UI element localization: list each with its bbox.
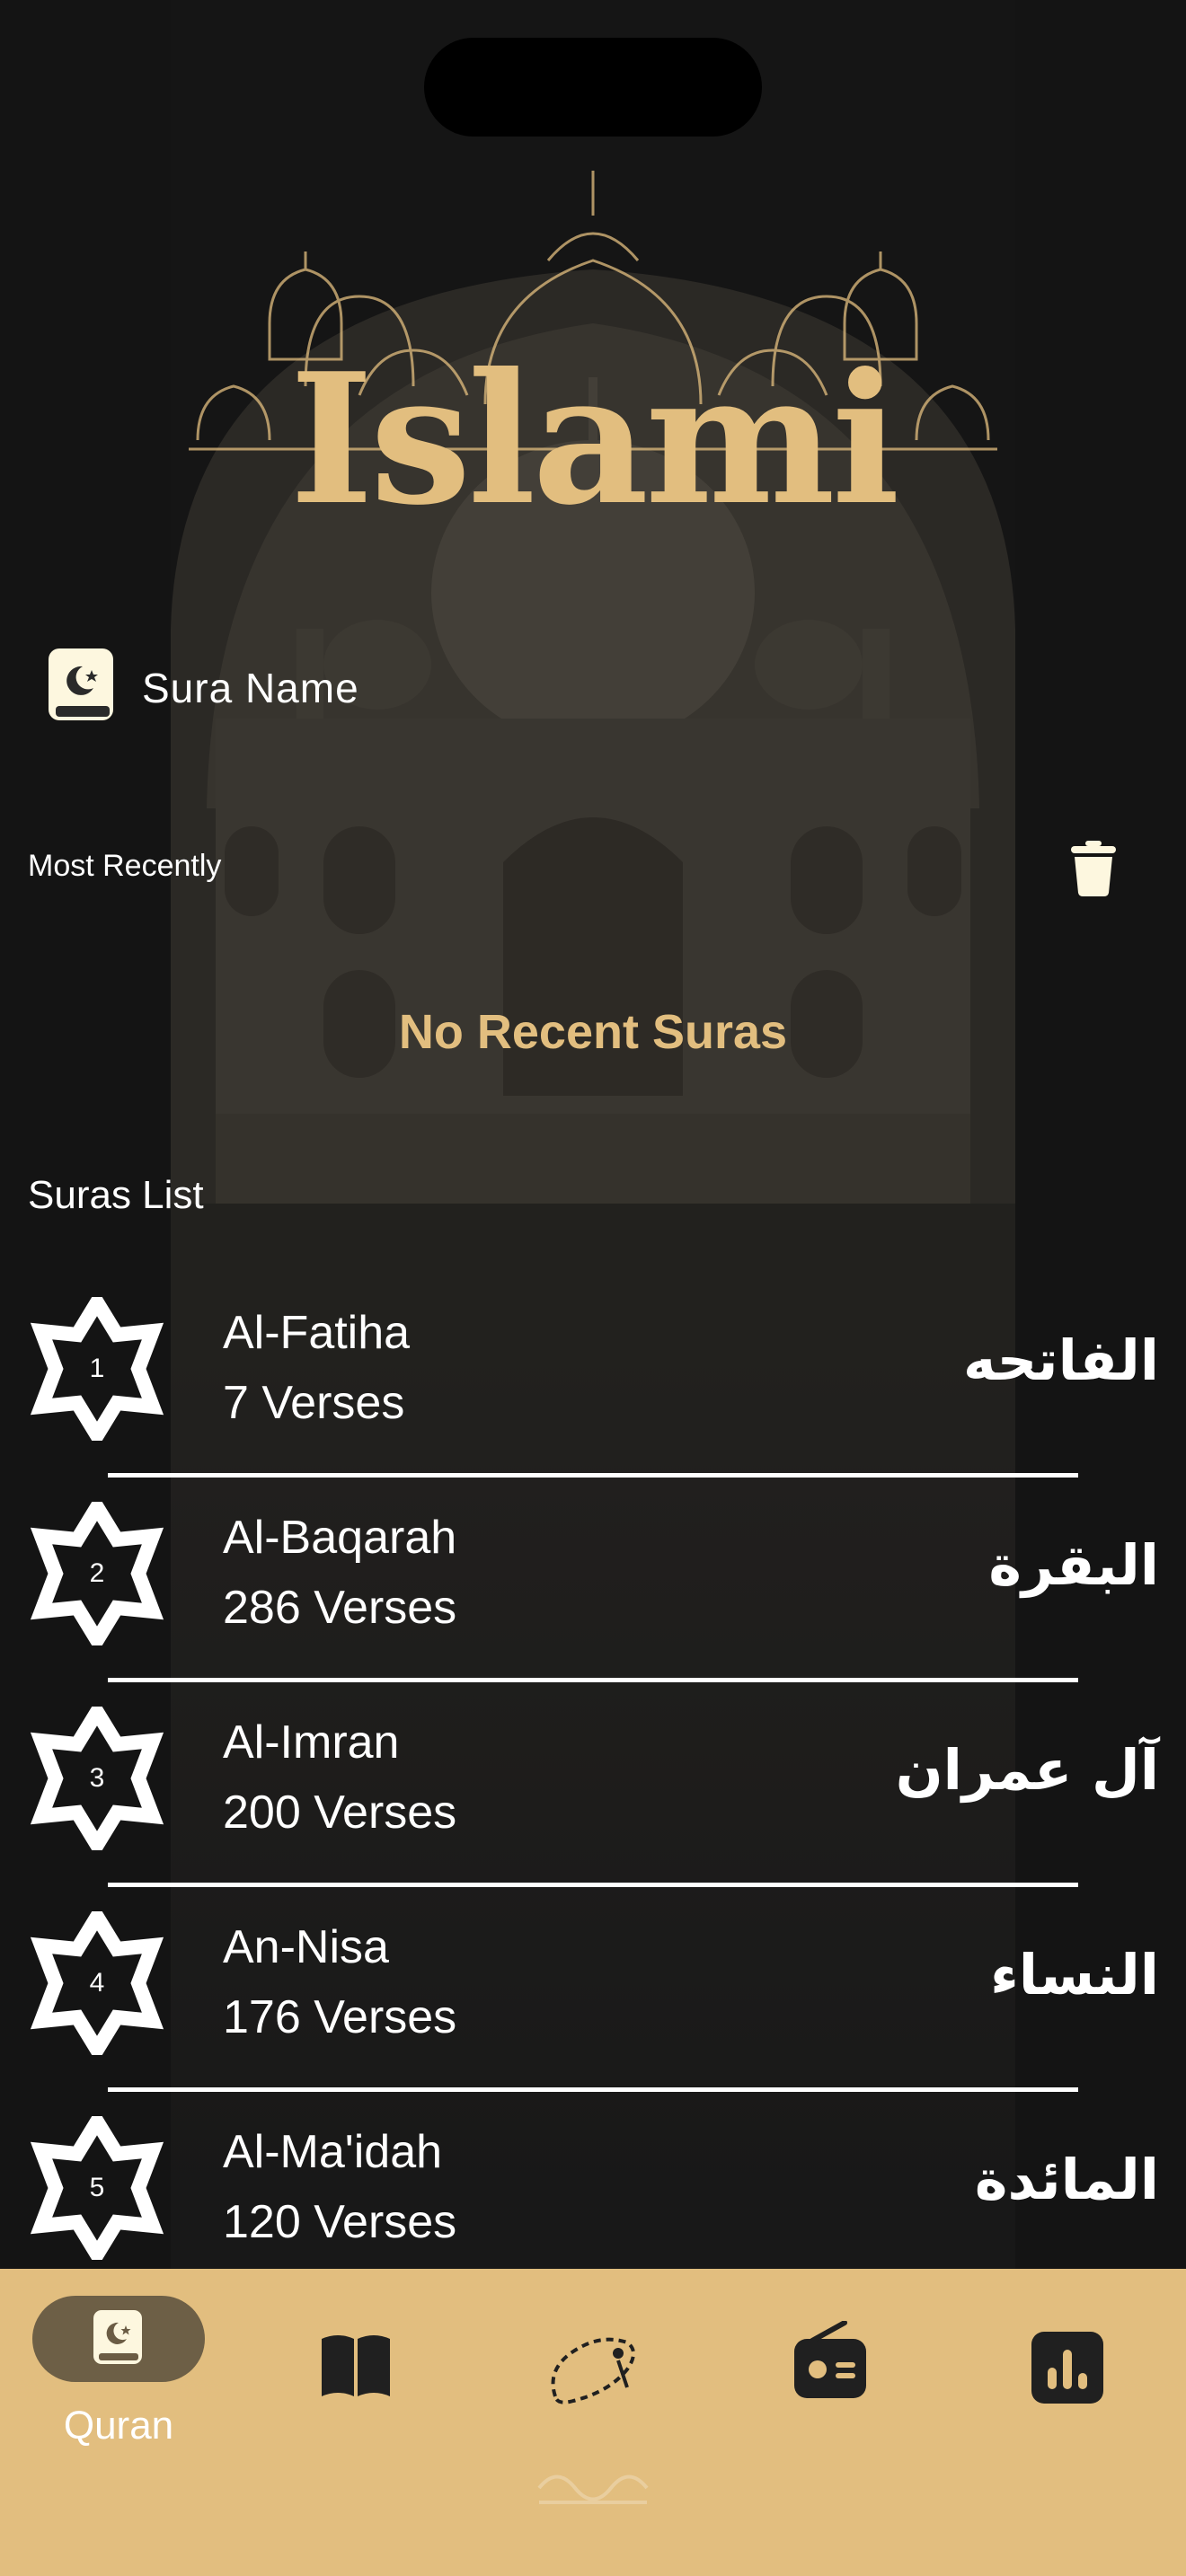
bottom-navigation-bar: Quran	[0, 2269, 1186, 2576]
nav-item-hadith[interactable]	[320, 2332, 392, 2403]
watermark-logo	[521, 2461, 665, 2515]
time-chart-icon	[1031, 2332, 1103, 2404]
sura-name-search[interactable]: Sura Name	[47, 647, 359, 729]
sura-english-name: Al-Fatiha	[223, 1307, 411, 1359]
sura-arabic-name: المائدة	[974, 2147, 1159, 2212]
sura-row[interactable]: 3 Al-Imran 200 Verses آل عمران	[0, 1692, 1186, 1897]
sura-row[interactable]: 2 Al-Baqarah 286 Verses البقرة	[0, 1487, 1186, 1692]
sebha-icon	[551, 2337, 635, 2404]
sura-english-name: Al-Baqarah	[223, 1512, 457, 1564]
row-divider	[108, 1883, 1078, 1887]
sura-number: 2	[89, 1558, 105, 1588]
sura-verses-count: 200 Verses	[223, 1786, 457, 1839]
sura-number: 3	[89, 1763, 105, 1793]
sura-verses-count: 7 Verses	[223, 1377, 405, 1429]
hadith-book-icon	[322, 2335, 390, 2396]
sura-arabic-name: الفاتحه	[963, 1328, 1159, 1393]
nav-item-time[interactable]	[1031, 2332, 1103, 2408]
sura-english-name: Al-Ma'idah	[223, 2126, 443, 2178]
row-divider	[108, 2087, 1078, 2092]
sura-number: 4	[89, 1968, 105, 1998]
sura-list: 1 Al-Fatiha 7 Verses الفاتحه 2 Al-Baqara…	[0, 1283, 1186, 2307]
sura-verses-count: 286 Verses	[223, 1582, 457, 1634]
sura-row[interactable]: 1 Al-Fatiha 7 Verses الفاتحه	[0, 1283, 1186, 1487]
sura-name-label: Sura Name	[142, 665, 359, 711]
device-notch	[424, 38, 762, 137]
sura-number: 1	[89, 1354, 105, 1383]
sura-arabic-name: النساء	[990, 1942, 1159, 2007]
sura-english-name: An-Nisa	[223, 1921, 389, 1973]
quran-book-icon	[47, 647, 119, 729]
app-logo-text: Islami	[289, 334, 899, 545]
sura-row[interactable]: 4 An-Nisa 176 Verses النساء	[0, 1897, 1186, 2102]
nav-item-radio[interactable]	[794, 2320, 866, 2403]
row-divider	[108, 1473, 1078, 1478]
nav-item-quran[interactable]	[32, 2296, 205, 2382]
islami-logo: Islami	[162, 162, 1024, 584]
no-recent-suras-message: No Recent Suras	[398, 1005, 788, 1059]
suras-list-title: Suras List	[28, 1173, 204, 1217]
nav-item-sebha[interactable]	[546, 2325, 640, 2410]
sura-verses-count: 120 Verses	[223, 2196, 457, 2248]
row-divider	[108, 1678, 1078, 1682]
most-recently-title: Most Recently	[28, 849, 222, 883]
sura-verses-count: 176 Verses	[223, 1991, 457, 2043]
sura-arabic-name: آل عمران	[895, 1737, 1159, 1803]
sura-arabic-name: البقرة	[988, 1532, 1159, 1598]
nav-label-quran: Quran	[63, 2404, 174, 2448]
sura-number: 5	[89, 2173, 105, 2202]
trash-icon[interactable]	[1071, 841, 1116, 896]
radio-icon	[794, 2320, 866, 2398]
sura-english-name: Al-Imran	[223, 1716, 400, 1769]
quran-icon	[93, 2310, 142, 2364]
